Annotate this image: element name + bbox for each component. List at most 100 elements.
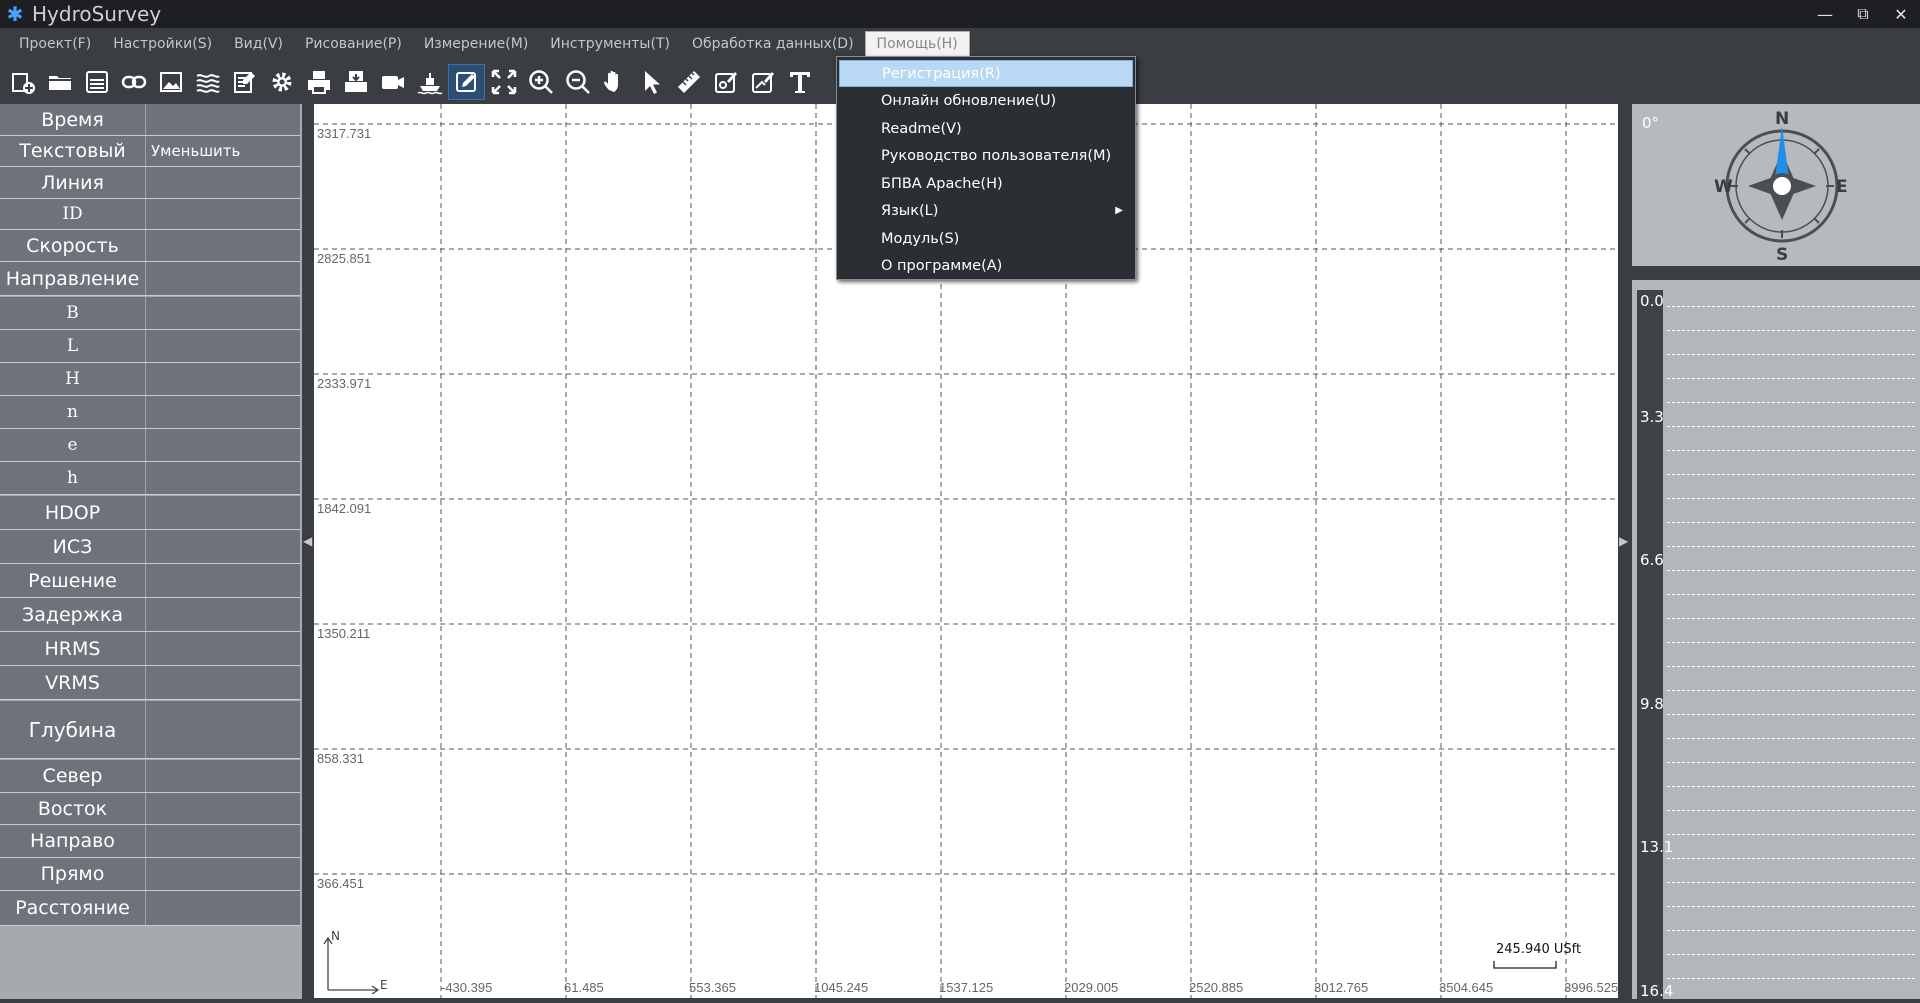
row-value <box>146 666 300 699</box>
row-value-reduce[interactable]: Уменьшить <box>146 136 300 166</box>
menu-measure[interactable]: Измерение(M) <box>413 31 539 57</box>
row-speed: Скорость <box>0 230 300 262</box>
export-icon[interactable] <box>337 64 374 100</box>
edit-pencil-icon[interactable] <box>448 64 485 100</box>
pan-hand-icon[interactable] <box>596 64 633 100</box>
y-tick-label: 366.451 <box>317 876 364 891</box>
menu-data-processing[interactable]: Обработка данных(D) <box>681 31 865 57</box>
collapse-right-icon[interactable]: ▶ <box>1619 534 1628 548</box>
new-project-icon[interactable] <box>4 64 41 100</box>
menu-item-readme[interactable]: Readme(V) <box>839 115 1133 142</box>
depth-gridline <box>1667 978 1915 979</box>
edit-line-icon[interactable] <box>744 64 781 100</box>
menu-item-about[interactable]: О программе(A) <box>839 252 1133 279</box>
depth-ruler: 0.0 3.3 6.6 9.8 13.1 16.4 <box>1632 280 1920 1000</box>
collapse-left-icon[interactable]: ◀ <box>303 534 312 548</box>
status-panel: Время Текстовый Уменьшить Линия ID Скорос… <box>0 104 302 999</box>
close-button[interactable]: ✕ <box>1882 0 1920 28</box>
boat-icon[interactable] <box>411 64 448 100</box>
edit-point-icon[interactable] <box>707 64 744 100</box>
x-tick-label: 1045.245 <box>814 980 868 995</box>
row-label: Север <box>0 760 146 792</box>
row-label: Прямо <box>0 858 146 890</box>
row-n: n <box>0 396 300 429</box>
menu-project[interactable]: Проект(F) <box>8 31 102 57</box>
left-splitter[interactable]: ◀ <box>302 104 312 998</box>
row-value <box>146 793 300 824</box>
y-tick-label: 1350.211 <box>317 626 370 641</box>
depth-gridline <box>1667 786 1915 787</box>
menu-item-language[interactable]: Язык(L) ▶ <box>839 197 1133 224</box>
x-tick-label: 2029.005 <box>1064 980 1118 995</box>
row-label: h <box>0 462 146 494</box>
save-icon[interactable] <box>78 64 115 100</box>
menu-item-module[interactable]: Модуль(S) <box>839 225 1133 252</box>
depth-gridline <box>1667 762 1915 763</box>
row-line: Линия <box>0 167 300 199</box>
row-h-lower: h <box>0 462 300 495</box>
document-edit-icon[interactable] <box>226 64 263 100</box>
minimize-button[interactable]: — <box>1806 0 1844 28</box>
depth-label: 6.6 <box>1640 551 1664 569</box>
row-text: Текстовый Уменьшить <box>0 136 300 167</box>
ruler-icon[interactable] <box>670 64 707 100</box>
camera-icon[interactable] <box>374 64 411 100</box>
select-pointer-icon[interactable] <box>633 64 670 100</box>
row-label: Расстояние <box>0 891 146 925</box>
depth-bar <box>1637 290 1663 999</box>
open-folder-icon[interactable] <box>41 64 78 100</box>
fit-screen-icon[interactable] <box>485 64 522 100</box>
menu-item-online-update[interactable]: Онлайн обновление(U) <box>839 87 1133 114</box>
print-icon[interactable] <box>300 64 337 100</box>
menu-help[interactable]: Помощь(H) <box>864 31 970 57</box>
menu-item-user-manual[interactable]: Руководство пользователя(M) <box>839 142 1133 169</box>
row-distance: Расстояние <box>0 891 300 926</box>
x-tick-label: 1537.125 <box>939 980 993 995</box>
row-label: Направо <box>0 825 146 857</box>
scale-label: 245.940 USft <box>1496 942 1581 957</box>
row-label: B <box>0 297 146 329</box>
depth-label: 13.1 <box>1640 838 1674 856</box>
app-title: HydroSurvey <box>32 2 162 26</box>
row-value <box>146 429 300 461</box>
layers-icon[interactable] <box>189 64 226 100</box>
depth-gridline <box>1667 810 1915 811</box>
menu-tools[interactable]: Инструменты(T) <box>539 31 681 57</box>
zoom-in-icon[interactable] <box>522 64 559 100</box>
menu-item-registration[interactable]: Регистрация(R) <box>839 60 1133 87</box>
image-icon[interactable] <box>152 64 189 100</box>
menu-item-apache-uav[interactable]: БПВА Apache(H) <box>839 170 1133 197</box>
row-hdop: HDOP <box>0 496 300 530</box>
row-label: L <box>0 330 146 362</box>
depth-gridline <box>1667 906 1915 907</box>
row-value <box>146 530 300 563</box>
depth-label: 3.3 <box>1640 408 1664 426</box>
menu-settings[interactable]: Настройки(S) <box>102 31 223 57</box>
link-icon[interactable] <box>115 64 152 100</box>
restore-button[interactable]: ⧉ <box>1844 0 1882 28</box>
depth-gridline <box>1667 858 1915 859</box>
row-label: Линия <box>0 167 146 198</box>
menu-drawing[interactable]: Рисование(P) <box>294 31 413 57</box>
compass-icon: N E S W <box>1714 109 1848 265</box>
row-value <box>146 701 300 758</box>
settings-gear-icon[interactable] <box>263 64 300 100</box>
depth-gridline <box>1667 450 1915 451</box>
depth-gridline <box>1667 474 1915 475</box>
text-icon[interactable] <box>781 64 818 100</box>
row-value <box>146 262 300 295</box>
row-value <box>146 297 300 329</box>
depth-gridline <box>1667 954 1915 955</box>
row-b: B <box>0 297 300 330</box>
x-tick-label: 2520.885 <box>1189 980 1243 995</box>
row-north: Север <box>0 760 300 793</box>
row-id: ID <box>0 199 300 230</box>
right-splitter[interactable]: ▶ <box>1618 104 1628 998</box>
row-l: L <box>0 330 300 363</box>
zoom-out-icon[interactable] <box>559 64 596 100</box>
compass-e: E <box>1836 177 1848 197</box>
depth-gridline <box>1667 642 1915 643</box>
scale-line <box>1493 961 1557 969</box>
y-tick-label: 1842.091 <box>317 501 371 516</box>
menu-view[interactable]: Вид(V) <box>223 31 294 57</box>
